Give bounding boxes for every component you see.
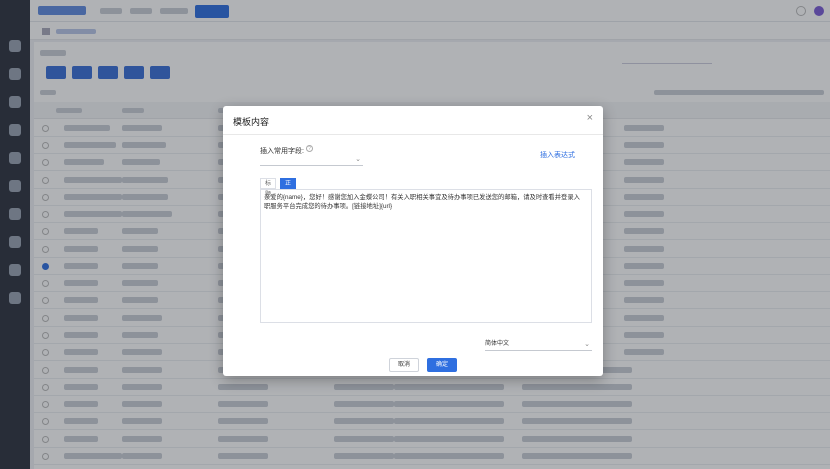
chevron-down-icon: ⌄ [584,341,590,348]
body-text[interactable]: 亲爱的{name}，您好！感谢您加入金蝶公司！有关入职相关事宜及待办事项已发送您… [264,193,586,211]
insert-expression-link[interactable]: 插入表达式 [540,150,575,160]
language-value: 简体中文 [485,341,510,347]
tab-title[interactable]: 标题 [260,178,277,198]
close-icon[interactable]: × [587,112,593,124]
insert-field-select[interactable]: ⌄ [260,153,363,166]
tab-body[interactable]: 正文 [280,178,297,198]
template-content-dialog: 模板内容 × 插入常用字段: ? ⌄ 插入表达式 标题 正文 亲爱的{name}… [223,106,603,376]
cancel-button[interactable]: 取消 [389,358,419,372]
body-editor[interactable]: 亲爱的{name}，您好！感谢您加入金蝶公司！有关入职相关事宜及待办事项已发送您… [260,189,592,323]
dialog-header-divider [223,134,603,135]
language-select[interactable]: 简体中文 ⌄ [485,338,592,351]
chevron-down-icon: ⌄ [355,156,361,163]
dialog-title: 模板内容 [233,117,270,127]
question-circle-icon[interactable]: ? [306,145,313,152]
confirm-button[interactable]: 确定 [427,358,457,372]
